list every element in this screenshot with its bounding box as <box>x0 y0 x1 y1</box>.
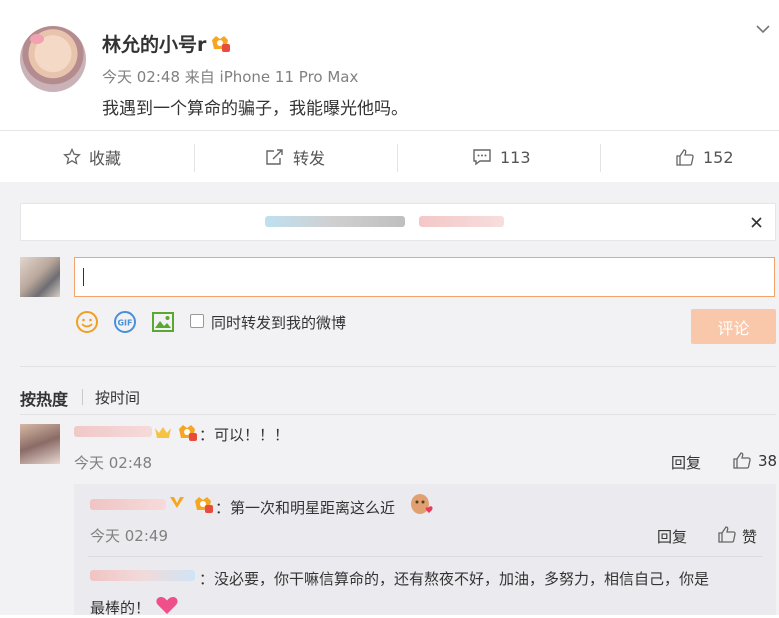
star-icon <box>63 148 81 165</box>
favorite-label: 收藏 <box>89 149 122 168</box>
sort-by-hot-tab[interactable]: 按热度 <box>20 386 68 410</box>
divider <box>20 414 776 415</box>
post-text: 我遇到一个算命的骗子，我能曝光他吗。 <box>102 99 408 119</box>
sort-by-time-tab[interactable]: 按时间 <box>95 387 140 408</box>
sort-separator <box>82 389 83 405</box>
text-caret <box>83 268 84 286</box>
repost-checkbox[interactable] <box>190 314 204 328</box>
blurred-username[interactable] <box>74 426 152 437</box>
comment-input[interactable] <box>74 257 775 297</box>
like-button[interactable]: 152 <box>675 131 734 183</box>
blurred-username[interactable] <box>90 499 166 510</box>
like-icon[interactable] <box>717 525 737 544</box>
blurred-username[interactable] <box>90 570 195 581</box>
reply-like-label: 赞 <box>742 528 758 546</box>
vip-badge-icon <box>195 497 213 513</box>
author-avatar[interactable] <box>20 26 86 92</box>
comment-count: 113 <box>500 147 531 167</box>
comment-time: 今天 02:48 <box>74 454 152 472</box>
smile-icon[interactable] <box>75 310 99 334</box>
vip-badge-icon <box>212 36 230 52</box>
post-meta: 今天 02:48 来自 iPhone 11 Pro Max <box>102 68 359 86</box>
reply-button[interactable]: 回复 <box>657 526 687 547</box>
reply-time: 今天 02:49 <box>90 527 168 545</box>
repost-icon <box>266 149 283 165</box>
comment-icon <box>473 149 491 166</box>
repost-button[interactable]: 转发 <box>265 131 325 183</box>
vip-badge-icon <box>179 425 197 441</box>
action-separator <box>194 144 195 172</box>
svg-text:GIF: GIF <box>117 319 132 328</box>
comment-text: ：可以！！！ <box>199 426 290 444</box>
repost-option-label: 同时转发到我的微博 <box>211 314 347 332</box>
crown-icon <box>170 497 184 508</box>
chevron-down-icon[interactable] <box>756 22 770 36</box>
action-separator <box>397 144 398 172</box>
commenter-avatar[interactable] <box>20 424 60 464</box>
image-icon[interactable] <box>151 310 175 334</box>
post-card: 林允的小号r 今天 02:48 来自 iPhone 11 Pro Max 我遇到… <box>0 0 779 182</box>
blurred-notice-text <box>419 216 504 227</box>
current-user-avatar <box>20 257 60 297</box>
emoji-sticker-icon <box>411 494 433 514</box>
crown-icon <box>155 427 171 438</box>
submit-comment-button[interactable]: 评论 <box>691 309 776 344</box>
reply-text: ：第一次和明星距离这么近 <box>215 499 396 517</box>
reply-button[interactable]: 回复 <box>671 452 701 473</box>
author-name[interactable]: 林允的小号r <box>102 30 206 57</box>
like-icon[interactable] <box>732 451 752 470</box>
blurred-notice-text <box>265 216 405 227</box>
close-icon[interactable] <box>751 217 762 228</box>
reply-text: ：没必要，你干嘛信算命的，还有熬夜不好，加油，多努力，相信自己，你是 <box>199 570 710 588</box>
heart-icon <box>156 597 178 614</box>
action-separator <box>600 144 601 172</box>
action-bar: 收藏 转发 113 152 <box>0 130 779 183</box>
gif-icon[interactable]: GIF <box>113 310 137 334</box>
favorite-button[interactable]: 收藏 <box>63 131 121 183</box>
reply-separator <box>88 556 762 557</box>
comment-like-count: 38 <box>758 452 778 470</box>
repost-label: 转发 <box>293 149 326 168</box>
divider <box>20 366 776 367</box>
like-count: 152 <box>703 147 734 167</box>
notice-banner <box>20 203 776 241</box>
like-icon <box>676 148 694 166</box>
comment-button[interactable]: 113 <box>472 131 531 183</box>
